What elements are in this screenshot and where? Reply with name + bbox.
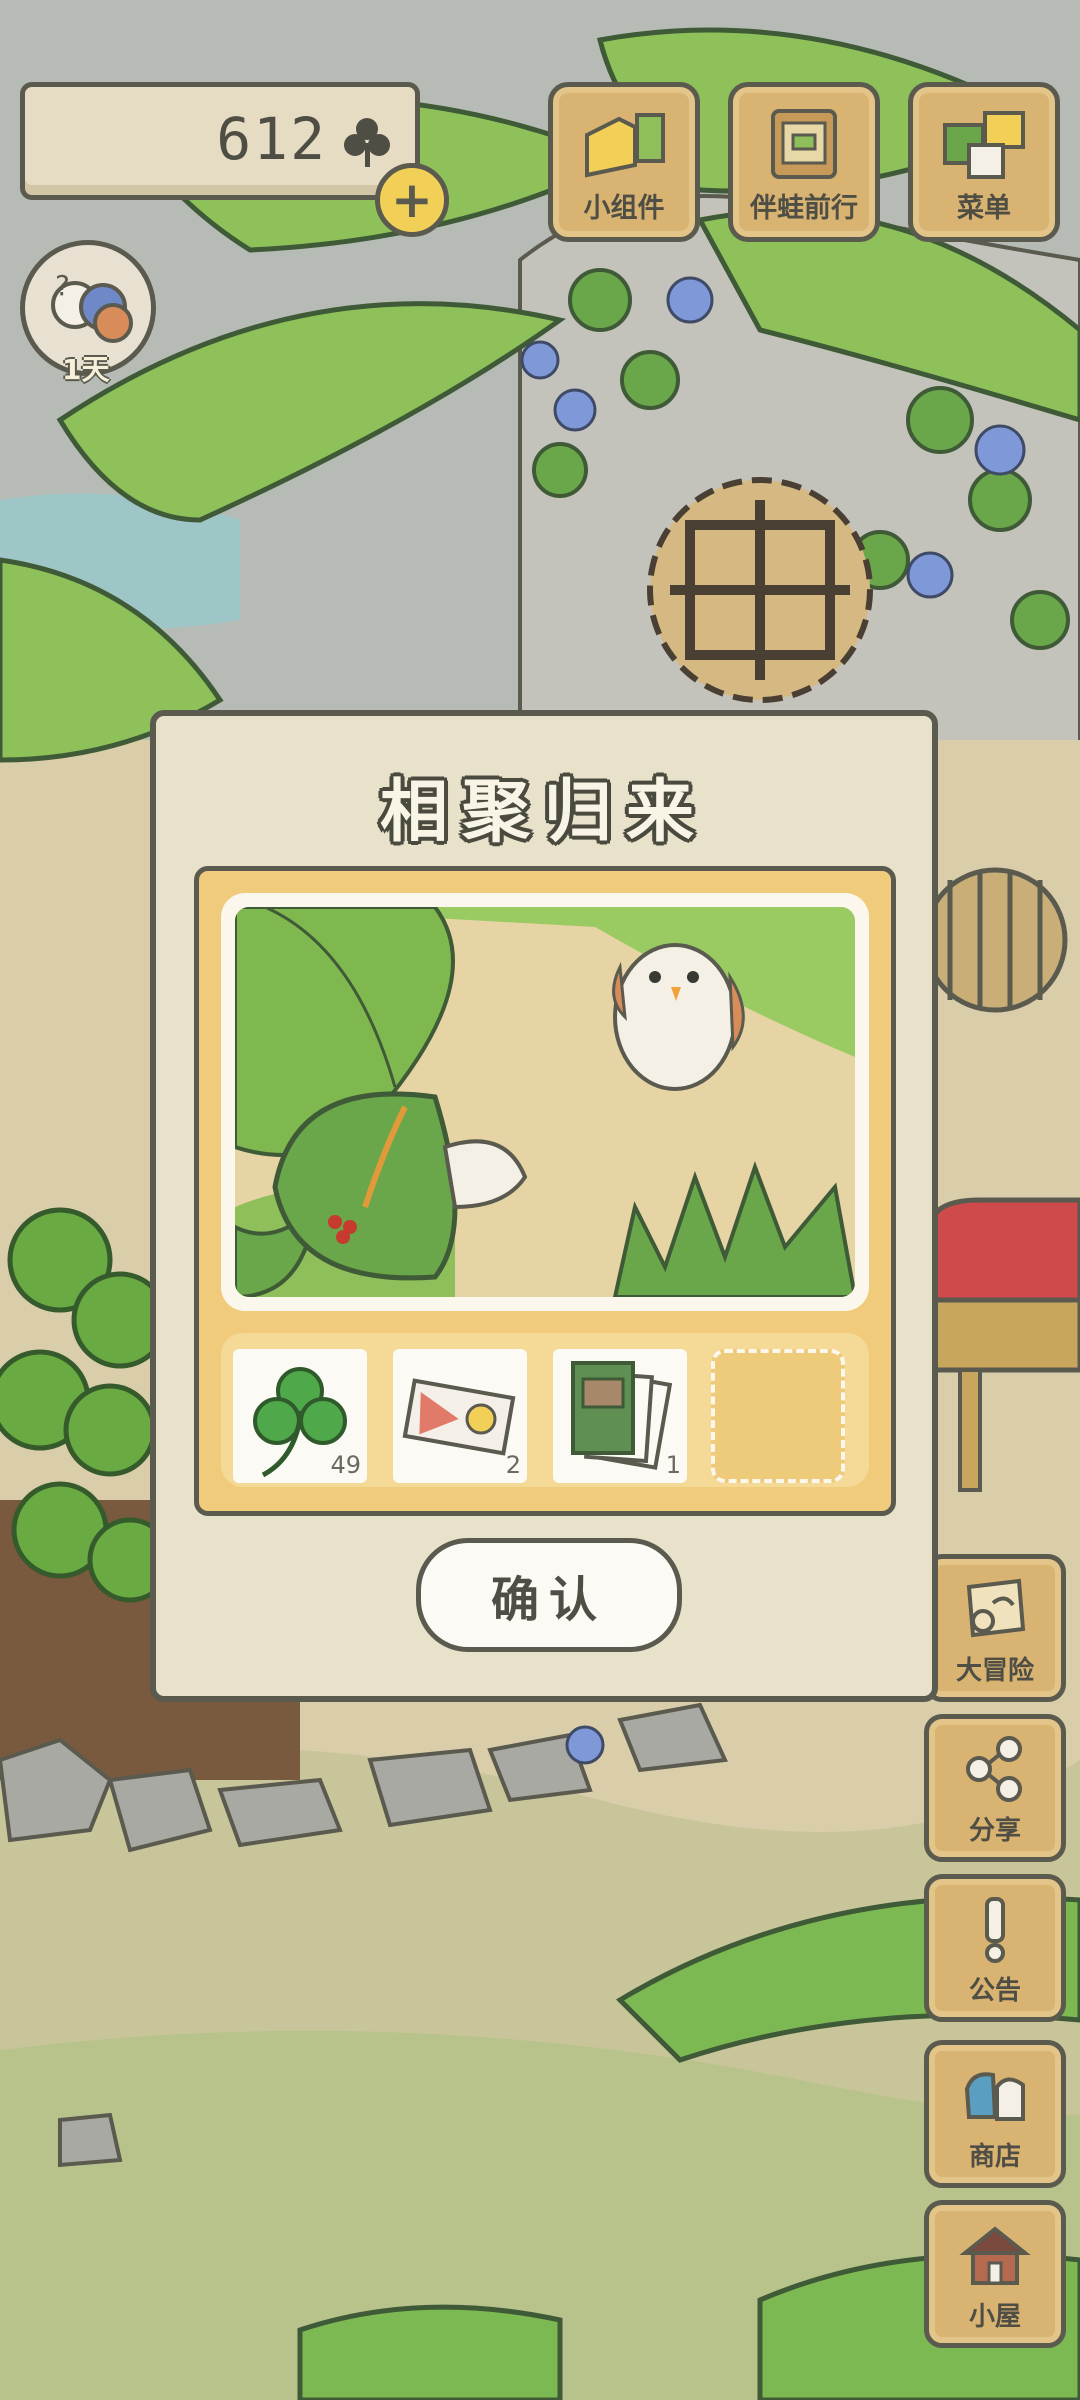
add-clover-button[interactable]: + [375, 163, 449, 237]
widget-icon [585, 113, 665, 178]
confirm-button[interactable]: 确认 [416, 1538, 682, 1652]
shop-icon [964, 2072, 1025, 2121]
shop-label: 商店 [968, 2142, 1021, 2172]
reward-items: 49 2 1 [221, 1333, 869, 1487]
menu-label: 菜单 [957, 193, 1011, 224]
reward-qty: 49 [330, 1451, 361, 1479]
clover-icon [344, 118, 390, 167]
companion-button[interactable]: 伴蛙前行 [728, 82, 880, 242]
reunion-dialog: 相聚归来 49 2 1 确认 [150, 710, 938, 1702]
house-button[interactable]: 小屋 [924, 2200, 1066, 2348]
clover-count: 612 [216, 105, 327, 173]
share-icon [966, 1736, 1022, 1802]
clover-counter: 612 [20, 82, 420, 200]
photo-border [221, 893, 869, 1311]
reward-item-cards: 1 [553, 1349, 687, 1483]
shop-button[interactable]: 商店 [924, 2040, 1066, 2188]
notice-button[interactable]: 公告 [924, 1874, 1066, 2022]
reward-qty: 2 [505, 1451, 521, 1479]
menu-button[interactable]: 菜单 [908, 82, 1060, 242]
house-icon [959, 2226, 1031, 2285]
frog-and-owl-illustration [235, 907, 855, 1297]
menu-icon [943, 111, 1025, 179]
reward-slot-empty [711, 1349, 845, 1483]
companion-icon [771, 109, 837, 179]
adventure-button[interactable]: 大冒险 [924, 1554, 1066, 1702]
adventure-label: 大冒险 [955, 1656, 1034, 1686]
share-button[interactable]: 分享 [924, 1714, 1066, 1862]
svg-text:?: ? [55, 269, 70, 302]
notice-icon [985, 1897, 1005, 1963]
dialog-title: 相聚归来 [379, 773, 708, 852]
widget-label: 小组件 [583, 193, 665, 224]
postcard-frame: 49 2 1 [194, 866, 896, 1516]
house-label: 小屋 [968, 2302, 1021, 2332]
day-counter-label: 1天 [62, 353, 110, 386]
reunion-photo [235, 907, 855, 1297]
companion-label: 伴蛙前行 [750, 193, 858, 224]
widget-button[interactable]: 小组件 [548, 82, 700, 242]
share-label: 分享 [968, 1816, 1021, 1846]
reward-qty: 1 [665, 1451, 681, 1479]
reward-item-clover: 49 [233, 1349, 367, 1483]
adventure-map-icon [966, 1578, 1026, 1638]
reward-item-ticket: 2 [393, 1349, 527, 1483]
notice-label: 公告 [968, 1976, 1021, 2006]
